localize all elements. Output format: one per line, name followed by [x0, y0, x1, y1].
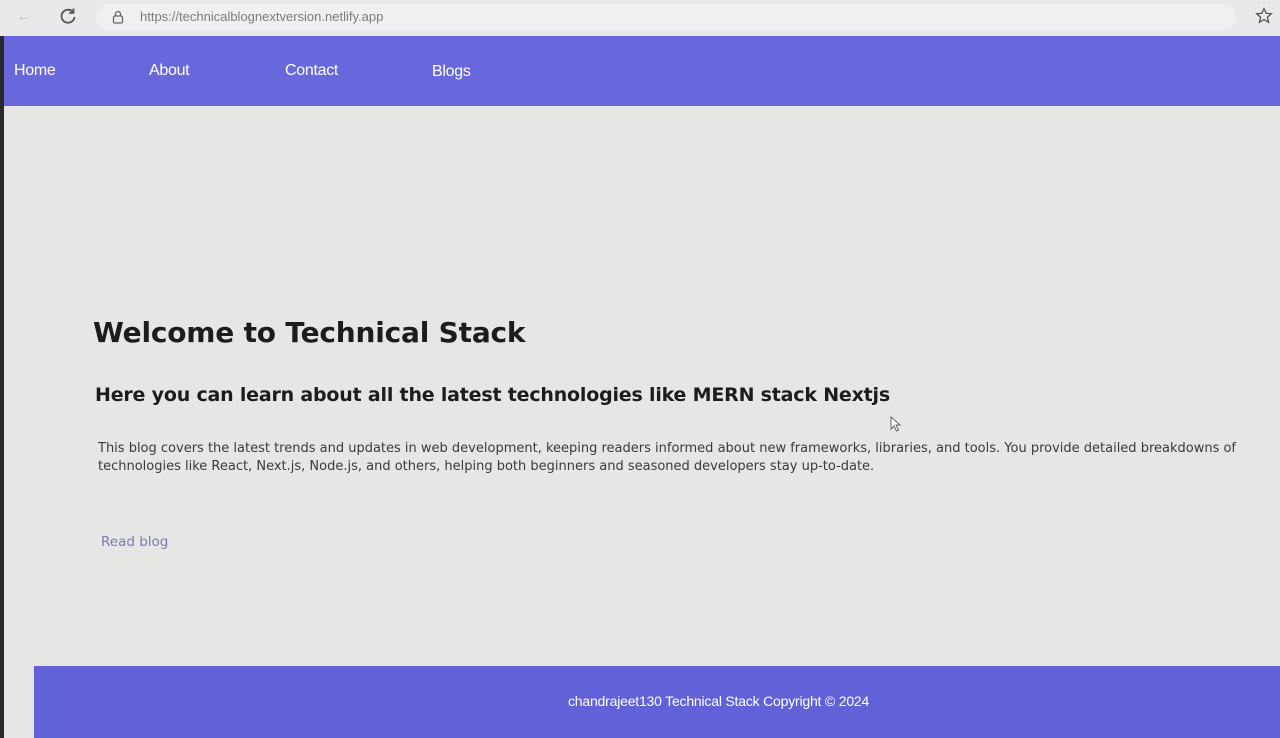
page-subtitle: Here you can learn about all the latest … — [95, 384, 890, 406]
hero-description: This blog covers the latest trends and u… — [98, 441, 1237, 474]
footer-copyright: chandrajeet130 Technical Stack Copyright… — [568, 693, 870, 709]
url-text[interactable]: https://technicalblognextversion.netlify… — [140, 9, 383, 24]
lock-icon[interactable] — [110, 9, 126, 25]
back-icon[interactable]: ← — [16, 8, 34, 26]
nav-link-blogs[interactable]: Blogs — [432, 63, 471, 81]
footer-spacer — [4, 666, 34, 738]
nav-link-about[interactable]: About — [149, 62, 190, 80]
page: Home About Contact Blogs Welcome to Tech… — [4, 36, 1280, 738]
footer: chandrajeet130 Technical Stack Copyright… — [34, 666, 1280, 738]
address-bar[interactable]: https://technicalblognextversion.netlify… — [96, 4, 1236, 30]
navbar: Home About Contact Blogs — [4, 36, 1280, 106]
nav-link-home[interactable]: Home — [14, 62, 56, 80]
reload-icon[interactable] — [58, 6, 78, 26]
read-blog-link[interactable]: Read blog — [101, 534, 168, 550]
star-icon[interactable] — [1254, 6, 1274, 26]
nav-link-contact[interactable]: Contact — [285, 62, 338, 80]
mouse-cursor-icon — [890, 416, 902, 432]
page-title: Welcome to Technical Stack — [93, 316, 526, 349]
browser-toolbar: ← https://technicalblognextversion.netli… — [0, 0, 1280, 36]
